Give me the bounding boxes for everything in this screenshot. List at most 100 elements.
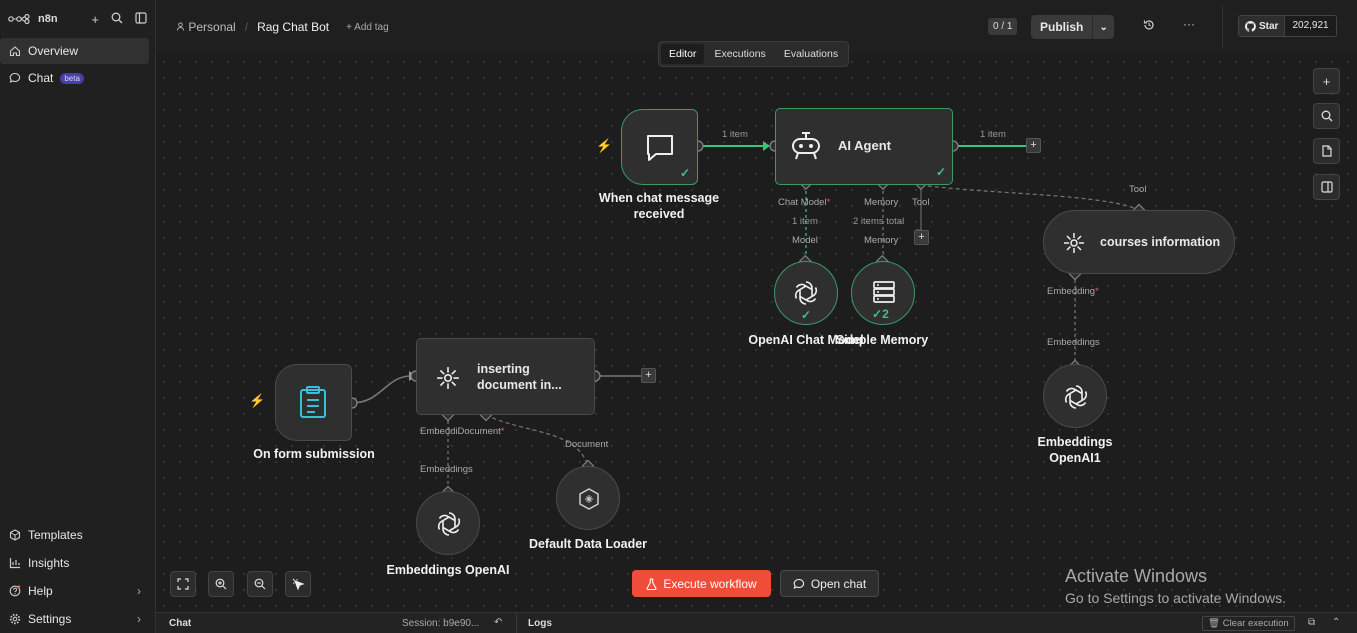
- port-label-embeddings-in: Embeddings: [1047, 337, 1100, 348]
- publish-button[interactable]: Publish ⌄: [1031, 15, 1114, 39]
- bottom-panel-bar: Chat Session: b9e90... ↶ Logs 🗑 Clear ex…: [156, 612, 1357, 633]
- collapse-sidebar-icon[interactable]: [135, 11, 147, 27]
- openai-icon: [1064, 385, 1088, 409]
- node-label: On form submission: [253, 447, 375, 461]
- add-node-panel-button[interactable]: +: [1313, 68, 1340, 94]
- breadcrumb-project[interactable]: Personal: [176, 20, 236, 34]
- node-form-trigger[interactable]: [275, 364, 352, 441]
- add-tool-button[interactable]: +: [914, 230, 929, 245]
- add-icon[interactable]: +: [91, 12, 99, 27]
- node-title: AI Agent: [838, 138, 891, 153]
- node-embeddings-openai[interactable]: [416, 491, 480, 555]
- tab-editor[interactable]: Editor: [661, 44, 705, 64]
- n8n-logo-icon: [8, 14, 30, 24]
- success-check-icon: ✓: [801, 308, 812, 322]
- trigger-bolt-icon: ⚡: [596, 138, 613, 153]
- github-star: Star: [1239, 16, 1286, 36]
- zoom-out-button[interactable]: [247, 571, 273, 597]
- node-title: inserting document in...: [477, 362, 562, 392]
- node-openai-chat-model[interactable]: ✓: [774, 261, 838, 325]
- n8n-logo[interactable]: n8n: [8, 13, 58, 25]
- success-check-icon: ✓: [680, 166, 691, 180]
- sidebar-item-chat[interactable]: Chat beta: [0, 65, 149, 91]
- open-chat-label: Open chat: [810, 576, 867, 591]
- activate-subtitle: Go to Settings to activate Windows.: [1065, 590, 1286, 606]
- port-label-document-in: Document: [565, 439, 609, 450]
- chat-panel-tab[interactable]: Chat: [169, 618, 191, 629]
- activate-windows-watermark: Activate Windows Go to Settings to activ…: [1065, 566, 1286, 606]
- home-icon: [8, 45, 21, 58]
- fit-view-button[interactable]: [170, 571, 196, 597]
- open-chat-button[interactable]: Open chat: [780, 570, 879, 597]
- node-courses-information[interactable]: courses information: [1043, 210, 1235, 274]
- execute-label: Execute workflow: [663, 576, 757, 591]
- breadcrumb-project-label: Personal: [188, 20, 236, 34]
- port-label-tool: Tool: [912, 197, 930, 208]
- node-label: When chat message received: [598, 191, 720, 221]
- beta-badge: beta: [60, 72, 84, 84]
- chevron-down-icon[interactable]: ⌄: [1093, 22, 1114, 33]
- tab-executions[interactable]: Executions: [706, 44, 773, 64]
- sidebar-item-settings[interactable]: Settings ›: [0, 605, 149, 632]
- history-icon[interactable]: [1143, 19, 1155, 34]
- workflow-canvas[interactable]: ⚡ ✓ When chat message received 1 item AI…: [156, 54, 1357, 612]
- sidebar-item-help[interactable]: Help ›: [0, 577, 149, 604]
- chevron-up-icon[interactable]: ⌃: [1332, 617, 1340, 628]
- more-options-icon[interactable]: ···: [1183, 17, 1195, 31]
- execute-workflow-button[interactable]: Execute workflow: [632, 570, 771, 597]
- help-icon: [8, 584, 21, 597]
- tidy-up-button[interactable]: [285, 571, 311, 597]
- clear-execution-label: Clear execution: [1222, 618, 1289, 629]
- workflow-title[interactable]: Rag Chat Bot: [257, 20, 329, 34]
- github-star-label: Star: [1259, 20, 1279, 32]
- hexagon-sparkle-icon: [579, 488, 599, 510]
- search-icon[interactable]: [111, 12, 123, 27]
- toggle-panel-button[interactable]: [1313, 174, 1340, 200]
- trash-icon: 🗑: [1208, 618, 1221, 629]
- publish-label: Publish: [1031, 15, 1094, 39]
- sidebar-item-label: Insights: [28, 555, 70, 570]
- chevron-right-icon: ›: [137, 583, 141, 598]
- note-icon: [1321, 145, 1332, 157]
- sidebar-item-insights[interactable]: Insights: [0, 549, 149, 576]
- edge-label: 1 item: [980, 129, 1006, 140]
- node-chat-trigger[interactable]: ✓: [621, 109, 698, 185]
- pop-out-icon[interactable]: ⧉: [1308, 617, 1315, 628]
- sidebar-item-label: Settings: [28, 611, 72, 626]
- success-check-icon: ✓2: [872, 307, 889, 321]
- node-embeddings-openai1[interactable]: [1043, 364, 1107, 428]
- panel-divider: [516, 613, 517, 633]
- chat-bubble-icon: [8, 72, 21, 85]
- clear-execution-button[interactable]: 🗑 Clear execution: [1202, 616, 1295, 631]
- github-icon: [1245, 20, 1256, 32]
- openai-icon: [794, 281, 818, 305]
- node-default-data-loader[interactable]: [556, 466, 620, 530]
- sidebar-item-templates[interactable]: Templates: [0, 521, 149, 548]
- reset-session-icon[interactable]: ↶: [494, 617, 502, 628]
- zoom-in-button[interactable]: [208, 571, 234, 597]
- sidebar: n8n + Overview Chat beta Templates Insig…: [0, 0, 156, 633]
- github-star-button[interactable]: Star 202,921: [1238, 15, 1337, 37]
- node-simple-memory[interactable]: ✓2: [851, 261, 915, 325]
- edge-label: 1 item: [792, 216, 818, 227]
- sidebar-item-overview[interactable]: Overview: [0, 38, 149, 64]
- sidebar-header: n8n +: [0, 0, 155, 38]
- session-id: Session: b9e90...: [402, 618, 480, 629]
- sidebar-item-label: Templates: [28, 527, 83, 542]
- sticky-note-button[interactable]: [1313, 138, 1340, 164]
- node-ai-agent[interactable]: AI Agent ✓: [775, 108, 953, 185]
- zoom-out-icon: [254, 578, 266, 590]
- logs-panel-tab[interactable]: Logs: [528, 618, 552, 629]
- node-inserting-document[interactable]: inserting document in...: [416, 338, 595, 415]
- tab-evaluations[interactable]: Evaluations: [776, 44, 846, 64]
- edge-label: 1 item: [722, 129, 748, 140]
- add-node-button[interactable]: +: [641, 368, 656, 383]
- gear-icon: [8, 612, 21, 625]
- search-nodes-button[interactable]: [1313, 103, 1340, 129]
- chat-bubble-icon: [793, 578, 804, 589]
- port-label-memory: Memory: [864, 197, 899, 208]
- search-icon: [1321, 110, 1332, 122]
- add-node-button[interactable]: +: [1026, 138, 1041, 153]
- clipboard-icon: [300, 386, 326, 418]
- add-tag-button[interactable]: + Add tag: [346, 22, 389, 33]
